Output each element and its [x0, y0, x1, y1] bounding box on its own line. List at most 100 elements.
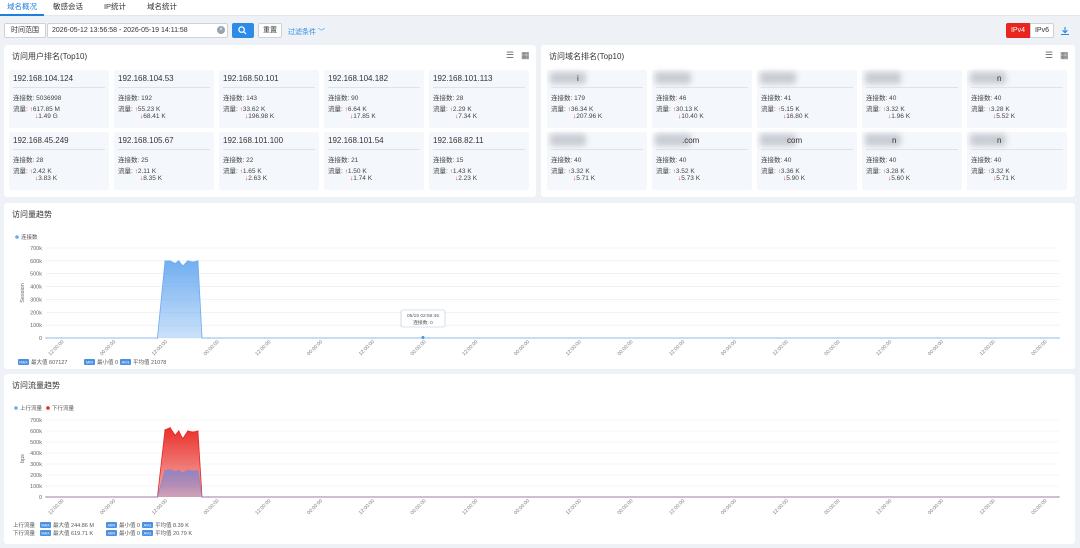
x-tick-label: 12:00:00 — [358, 498, 376, 516]
card-divider — [656, 149, 748, 150]
traffic-down: ↓10.40 K — [678, 113, 704, 120]
list-view-icon[interactable]: ☰ — [1045, 50, 1053, 61]
filter-toolbar: 时间范围 2026-05-12 13:56:58 - 2026-05-19 14… — [0, 16, 1080, 44]
legend-connections[interactable]: 连接数 — [15, 233, 38, 241]
domain-card[interactable]: n 连接数: 40 流量: ↑3.28 K ↓5.60 K — [862, 132, 962, 190]
tab-ip-stats[interactable]: IP统计 — [92, 0, 138, 16]
traffic-label: 流量: — [761, 168, 776, 175]
stat-badge-label: AVG — [144, 532, 152, 536]
stat-badge-label: MAX — [19, 361, 28, 365]
list-view-icon[interactable]: ☰ — [506, 50, 514, 61]
domain-card[interactable]: 连接数: 46 流量: ↑30.13 K ↓10.40 K — [652, 70, 752, 128]
traffic-up-value: 3.52 K — [675, 168, 695, 175]
stat-value: 最大值 244.86 M — [53, 521, 94, 529]
tab-sensitive-sessions[interactable]: 敏感会话 — [44, 0, 92, 16]
card-divider — [433, 149, 525, 150]
domain-card[interactable]: 连接数: 40 流量: ↑3.32 K ↓1.96 K — [862, 70, 962, 128]
traffic-down: ↓5.73 K — [678, 175, 700, 182]
data-point — [178, 260, 180, 262]
legend-downstream[interactable]: 下行流量 — [46, 404, 75, 412]
ipv4-toggle[interactable]: IPv4 — [1006, 23, 1030, 38]
user-card[interactable]: 192.168.50.101 连接数: 143 流量: ↑33.62 K ↓196.9… — [219, 70, 319, 128]
domain-card[interactable]: 连接数: 40 流量: ↑3.32 K ↓5.71 K — [547, 132, 647, 190]
traffic-down: ↓5.90 K — [783, 175, 805, 182]
card-divider — [118, 87, 210, 88]
traffic-up: 流量: ↑2.11 K — [118, 165, 156, 175]
card-divider — [328, 87, 420, 88]
user-card[interactable]: 192.168.101.113 连接数: 28 流量: ↑2.29 K ↓7.34 K — [429, 70, 529, 128]
domain-card[interactable]: com 连接数: 40 流量: ↑3.36 K ↓5.90 K — [757, 132, 857, 190]
x-tick-label: 00:00:00 — [410, 339, 428, 357]
user-card[interactable]: 192.168.101.54 连接数: 21 流量: ↑1.50 K ↓1.74 K — [324, 132, 424, 190]
search-button[interactable] — [232, 23, 254, 38]
traffic-up-value: 3.36 K — [780, 168, 800, 175]
user-card[interactable]: 192.168.82.11 连接数: 15 流量: ↑1.43 K ↓2.23 K — [429, 132, 529, 190]
table-view-icon[interactable]: ▦ — [1060, 50, 1069, 61]
legend-upstream[interactable]: 上行流量 — [14, 404, 43, 412]
traffic-up-value: 3.32 K — [885, 106, 905, 113]
data-point — [1058, 496, 1060, 498]
traffic-up-value: 55.23 K — [137, 106, 161, 113]
domain-card[interactable]: 连接数: 41 流量: ↑5.15 K ↓16.80 K — [757, 70, 857, 128]
y-tick-label: 500k — [30, 440, 42, 446]
reset-button[interactable]: 重置 — [258, 23, 282, 38]
user-card[interactable]: 192.168.101.100 连接数: 22 流量: ↑1.65 K ↓2.63 K — [219, 132, 319, 190]
domain-name: .com — [682, 136, 700, 145]
tooltip-time: 05/15 02:56:46 — [407, 313, 439, 319]
user-card[interactable]: 192.168.105.67 连接数: 25 流量: ↑2.11 K ↓8.35 K — [114, 132, 214, 190]
connection-count: 连接数: 143 — [223, 95, 257, 102]
domain-card[interactable]: .com 连接数: 40 流量: ↑3.52 K ↓5.73 K — [652, 132, 752, 190]
traffic-label: 流量: — [223, 106, 238, 113]
y-tick-label: 100k — [30, 323, 42, 329]
domain-ranking-title: 访问域名排名(Top10) — [549, 52, 625, 61]
user-card[interactable]: 192.168.104.53 连接数: 192 流量: ↑55.23 K ↓68.41… — [114, 70, 214, 128]
connection-count: 连接数: 40 — [971, 157, 1002, 164]
x-tick-label: 00:00:00 — [1030, 339, 1048, 357]
time-range-label[interactable]: 时间范围 — [4, 23, 46, 38]
download-icon[interactable] — [1060, 26, 1070, 36]
x-tick-label: 00:00:00 — [927, 339, 945, 357]
legend-label: 上行流量 — [20, 404, 43, 412]
user-card[interactable]: 192.168.104.182 连接数: 90 流量: ↑6.64 K ↓17.85 … — [324, 70, 424, 128]
data-point — [164, 429, 166, 431]
stat-item: MAX 最大值 619.71 K — [40, 529, 93, 537]
clear-icon[interactable]: × — [217, 26, 225, 34]
filter-conditions-toggle[interactable]: 过滤条件 ﹀ — [288, 27, 325, 37]
y-tick-label: 100k — [30, 484, 42, 490]
tab-domain-overview[interactable]: 域名概况 — [0, 0, 44, 16]
traffic-down: ↓1.74 K — [350, 175, 372, 182]
table-view-icon[interactable]: ▦ — [521, 50, 530, 61]
stat-value: 最小值 0 — [119, 529, 140, 537]
ipv6-toggle[interactable]: IPv6 — [1030, 23, 1054, 38]
user-card[interactable]: 192.168.104.124 连接数: 5036998 流量: ↑617.85 M… — [9, 70, 109, 128]
card-divider — [223, 87, 315, 88]
traffic-down-value: 207.96 K — [576, 113, 603, 120]
domain-card[interactable]: n 连接数: 40 流量: ↑3.28 K ↓5.52 K — [967, 70, 1067, 128]
user-ip: 192.168.104.124 — [13, 74, 74, 83]
data-point — [164, 470, 166, 472]
stat-badge-label: MIN — [86, 361, 93, 365]
traffic-up-value: 3.28 K — [885, 168, 905, 175]
stat-value: 最小值 0 — [119, 521, 140, 529]
traffic-up: 流量: ↑3.36 K — [761, 165, 800, 175]
x-tick-label: 12:00:00 — [875, 498, 893, 516]
traffic-up: 流量: ↑617.85 M — [13, 103, 60, 113]
domain-card[interactable]: n 连接数: 40 流量: ↑3.32 K ↓5.71 K — [967, 132, 1067, 190]
y-tick-label: 700k — [30, 418, 42, 424]
tab-domain-stats[interactable]: 域名统计 — [138, 0, 186, 16]
x-tick-label: 12:00:00 — [47, 498, 65, 516]
traffic-down: ↓5.71 K — [573, 175, 595, 182]
stat-value: 平均值 8.39 K — [155, 521, 189, 529]
domain-card[interactable]: i 连接数: 179 流量: ↑36.34 K ↓207.96 K — [547, 70, 647, 128]
data-point — [178, 470, 180, 472]
traffic-down-value: 5.90 K — [786, 175, 806, 182]
user-card[interactable]: 192.168.45.249 连接数: 28 流量: ↑2.42 K ↓3.83 K — [9, 132, 109, 190]
traffic-up-value: 3.28 K — [990, 106, 1010, 113]
legend-marker — [14, 406, 18, 410]
redacted-domain — [760, 72, 796, 84]
x-tick-label: 12:00:00 — [461, 339, 479, 357]
conn-trend-panel: 访问量趋势 0 100k 200k 300k 400k 500k 600k 700k Sessi… — [4, 203, 1075, 369]
data-point — [164, 260, 166, 262]
traffic-label: 流量: — [866, 106, 881, 113]
time-range-input[interactable]: 2026-05-12 13:56:58 - 2026-05-19 14:11:5… — [47, 23, 228, 38]
